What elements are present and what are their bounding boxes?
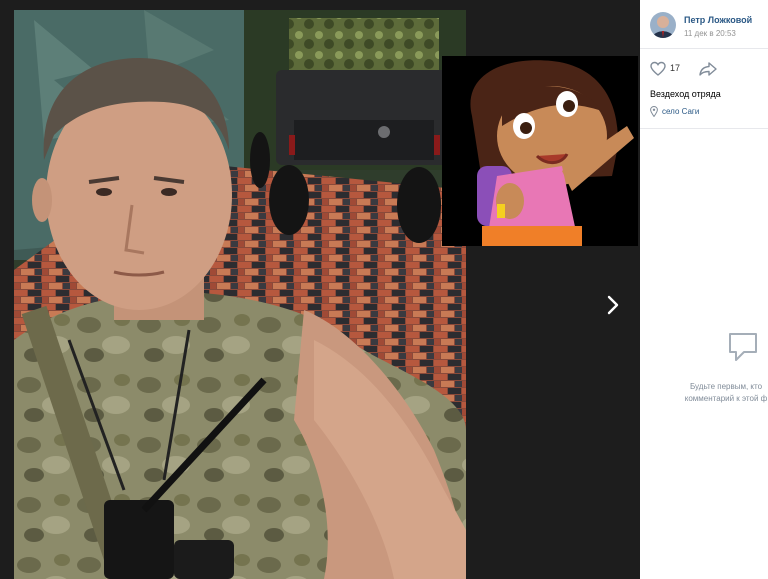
photo-viewer	[0, 0, 640, 579]
dora-sticker-image	[442, 56, 638, 246]
empty-comments-line-2: комментарий к этой ф	[684, 394, 768, 403]
post-side-panel: Петр Ложковой 11 дек в 20:53 17 Вездеход…	[640, 0, 768, 579]
empty-comments-line-1: Будьте первым, кто	[689, 382, 763, 391]
like-count: 17	[670, 63, 681, 73]
pin-icon	[650, 106, 658, 117]
avatar[interactable]	[650, 12, 676, 38]
author-name-link[interactable]: Петр Ложковой	[684, 15, 752, 25]
comment-bubble-icon	[726, 330, 760, 364]
post-actions: 17	[650, 60, 760, 78]
main-photo[interactable]	[14, 10, 466, 579]
post-date[interactable]: 11 дек в 20:53	[684, 29, 736, 38]
post-caption: Вездеход отряда	[650, 89, 721, 99]
empty-comments-hint: Будьте первым, кто комментарий к этой ф	[656, 381, 768, 405]
next-photo-button[interactable]	[598, 290, 628, 320]
location-label: село Саги	[662, 107, 700, 116]
divider	[640, 128, 768, 129]
share-icon[interactable]	[698, 61, 718, 77]
heart-icon[interactable]	[650, 61, 666, 77]
post-header: Петр Ложковой 11 дек в 20:53	[640, 0, 768, 49]
chevron-right-icon	[607, 295, 619, 315]
